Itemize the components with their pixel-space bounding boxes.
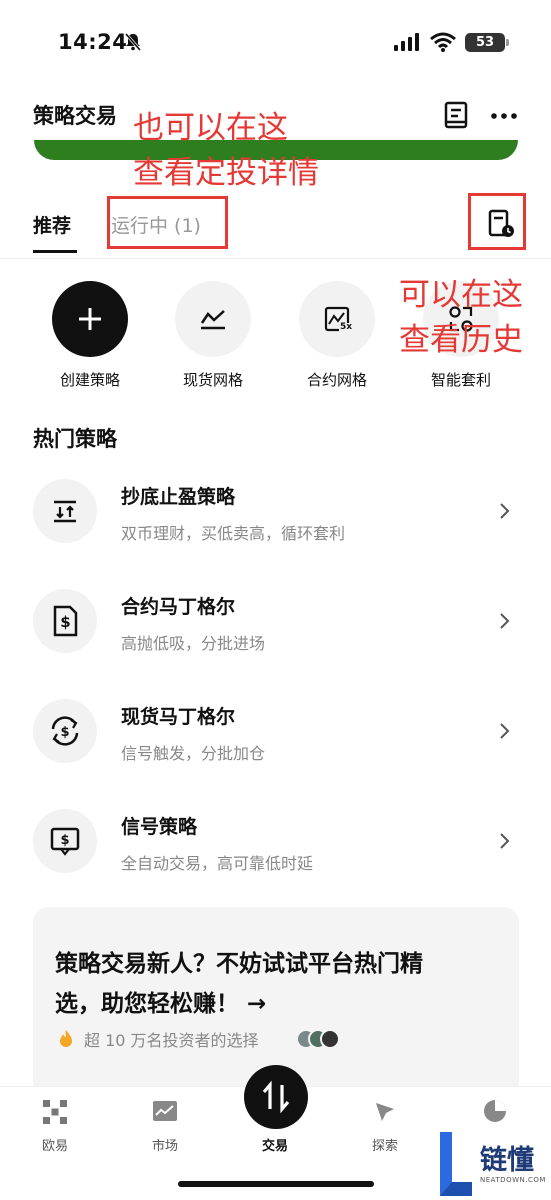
strategy-title: 抄底止盈策略: [121, 486, 236, 508]
promo-headline-line2: 选，助您轻松赚！ →: [55, 991, 267, 1017]
annotation-top-line1: 也可以在这: [133, 110, 288, 146]
chevron-right-icon: [500, 613, 510, 629]
spot-grid-button[interactable]: [175, 281, 251, 357]
chevron-right-icon: [500, 503, 510, 519]
futures-grid-label: 合约网格: [306, 371, 367, 389]
annotation-right-line1: 可以在这: [399, 277, 523, 313]
page-title: 策略交易: [33, 104, 117, 128]
home-indicator: [178, 1181, 374, 1187]
promo-note: 超 10 万名投资者的选择: [84, 1031, 259, 1050]
signal-icon: [394, 33, 419, 51]
signal-screen-icon: $: [50, 827, 80, 856]
annotation-box-running-tab: [107, 196, 228, 249]
svg-text:$: $: [60, 833, 69, 848]
svg-text:$: $: [60, 613, 70, 631]
more-icon[interactable]: [490, 102, 518, 130]
nav-label-trade[interactable]: 交易: [245, 1135, 305, 1154]
strategy-title: 信号策略: [121, 816, 198, 838]
annotation-right-line2: 查看历史: [399, 322, 523, 358]
market-chart-icon[interactable]: [152, 1099, 178, 1125]
annotation-top-line2: 查看定投详情: [133, 155, 319, 191]
investor-avatars: [296, 1028, 342, 1050]
strategy-icon-wrap: [33, 479, 97, 543]
strategy-icon-wrap: $: [33, 699, 97, 763]
mute-bell-icon: [124, 33, 142, 51]
leverage-badge: 5x: [340, 322, 353, 332]
annotation-box-history: [468, 193, 526, 250]
tab-recommended[interactable]: 推荐: [33, 211, 71, 238]
strategy-title: 现货马丁格尔: [121, 706, 236, 728]
leverage-grid-icon: [324, 306, 353, 333]
strategy-icon-wrap: $: [33, 809, 97, 873]
dollar-document-icon: $: [53, 605, 78, 637]
nav-label-home[interactable]: 欧易: [25, 1135, 85, 1154]
watermark-sub: NEATDOWN.COM: [480, 1176, 546, 1184]
strategy-subtitle: 信号触发，分批加仓: [121, 744, 266, 763]
chevron-right-icon: [500, 833, 510, 849]
grid-chart-icon: [200, 310, 225, 330]
spot-grid-label: 现货网格: [182, 371, 243, 389]
strategy-icon-wrap: $: [33, 589, 97, 653]
dollar-cycle-icon: $: [51, 716, 79, 746]
document-icon[interactable]: [442, 101, 470, 129]
strategy-subtitle: 双币理财，买低卖高，循环套利: [121, 524, 346, 543]
tab-active-underline: [33, 250, 77, 253]
pie-chart-icon[interactable]: [482, 1098, 508, 1124]
svg-text:$: $: [60, 725, 69, 740]
strategy-title: 合约马丁格尔: [121, 596, 236, 618]
nav-label-market[interactable]: 市场: [135, 1135, 195, 1154]
battery-indicator: 53: [465, 33, 509, 52]
nav-label-explore[interactable]: 探索: [355, 1135, 415, 1154]
watermark-logo-icon: [440, 1132, 472, 1196]
futures-grid-button[interactable]: 5x: [299, 281, 375, 357]
trade-button[interactable]: [244, 1065, 308, 1129]
compass-icon[interactable]: [372, 1099, 398, 1125]
okx-logo-icon[interactable]: [42, 1099, 68, 1125]
tab-divider: [0, 258, 551, 259]
create-strategy-button[interactable]: [52, 281, 128, 357]
promo-headline-line1: 策略交易新人？不妨试试平台热门精: [55, 951, 423, 977]
smart-arbitrage-label: 智能套利: [430, 371, 491, 389]
strategy-subtitle: 全自动交易，高可靠低时延: [121, 854, 314, 873]
create-strategy-label: 创建策略: [59, 371, 120, 389]
watermark-text: 链懂: [480, 1145, 534, 1176]
strategy-subtitle: 高抛低吸，分批进场: [121, 634, 266, 653]
wifi-icon: [430, 32, 456, 52]
plus-icon: [79, 308, 101, 330]
chevron-right-icon: [500, 723, 510, 739]
trade-arrows-icon: [262, 1080, 290, 1114]
status-time: 14:24: [58, 30, 128, 54]
buy-low-icon: [54, 500, 76, 523]
fire-icon: [60, 1030, 72, 1047]
section-title: 热门策略: [33, 427, 117, 451]
